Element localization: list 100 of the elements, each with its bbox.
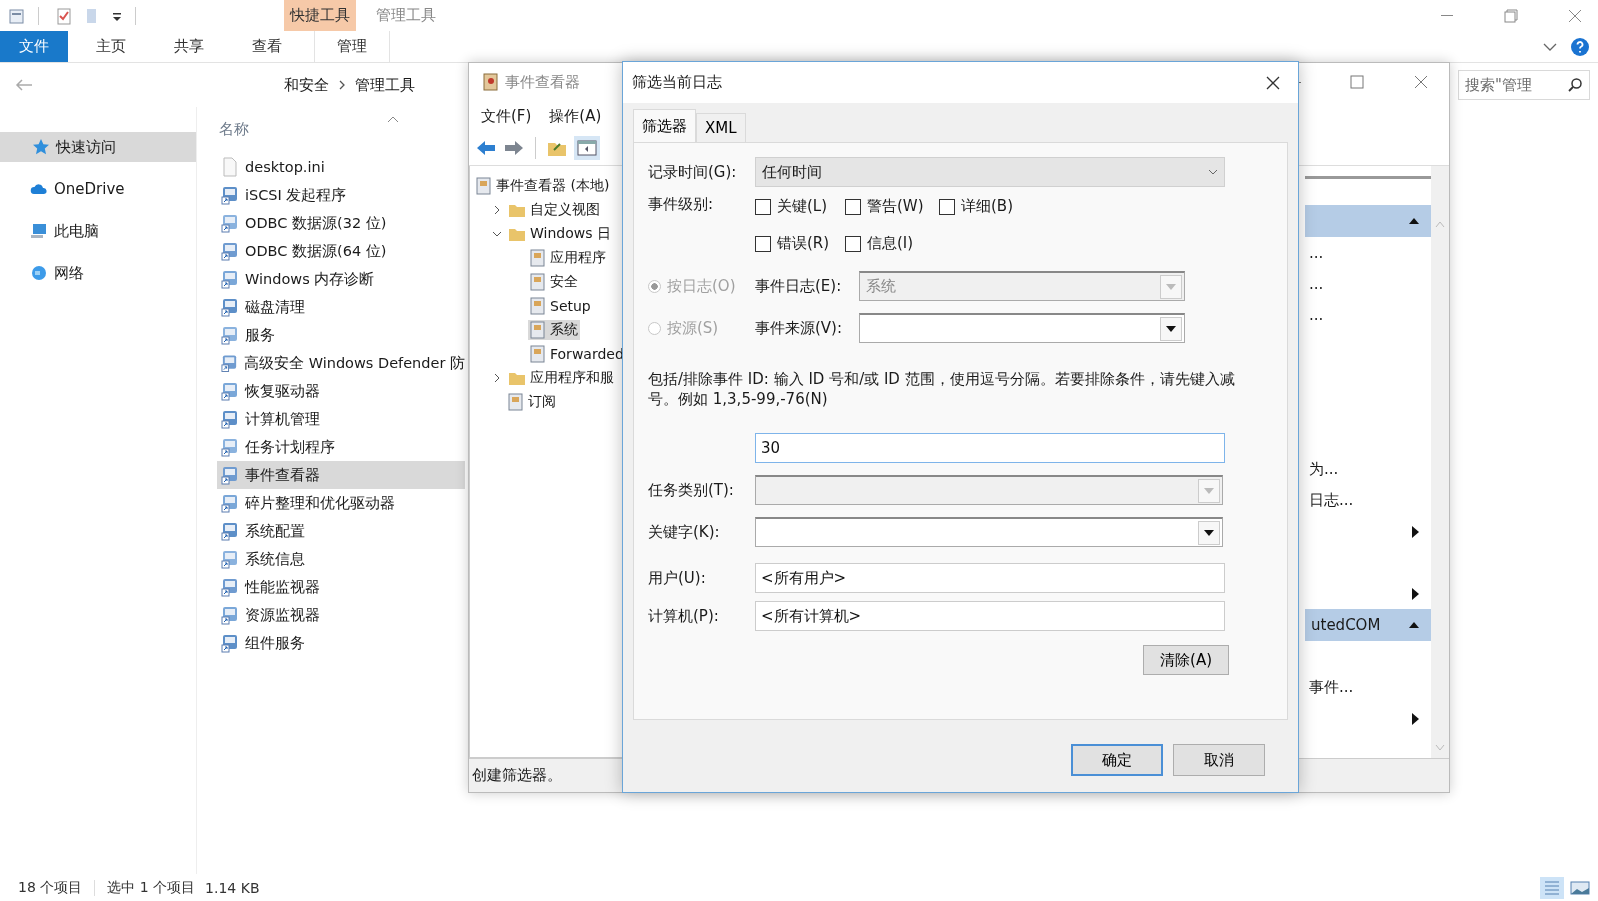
file-name: 资源监视器 [245,605,320,625]
tree-item[interactable]: 系统 [528,320,580,340]
tree-item[interactable]: Forwarded [528,344,626,364]
panel-icon[interactable] [574,136,600,160]
forward-arrow-icon[interactable] [503,138,525,158]
nav-item[interactable]: 网络 [0,258,196,288]
id-instructions: 包括/排除事件 ID: 输入 ID 号和/或 ID 范围，使用逗号分隔。若要排除条件，请先键入减号。例如 1,3,5-99,-76(N) [648,369,1236,409]
file-row[interactable]: 恢复驱动器 [217,377,465,405]
nav-item[interactable]: 此电脑 [0,216,196,246]
field-label: 事件级别: [648,195,715,214]
shortcut-icon [221,605,239,625]
file-row[interactable]: 组件服务 [217,629,465,657]
action-item[interactable]: 日志... [1305,485,1431,516]
file-row[interactable]: 资源监视器 [217,601,465,629]
menu-item[interactable]: 操作(A) [549,106,602,126]
checkbox[interactable] [755,235,771,252]
tree-item[interactable]: 订阅 [506,392,558,412]
ribbon-tab[interactable]: 管理 [314,31,390,62]
log-icon [476,177,492,195]
ribbon-tab[interactable]: 文件 [0,31,68,62]
file-row[interactable]: 事件查看器 [217,461,465,489]
action-item[interactable]: ... [1305,299,1431,330]
field-label: 任务类别(T): [648,480,735,500]
shortcut-icon [221,493,239,513]
dialog-title: 筛选当前日志 [632,73,722,92]
tree-item[interactable]: 应用程序 [528,248,608,268]
file-row[interactable]: 计算机管理 [217,405,465,433]
file-row[interactable]: 系统信息 [217,545,465,573]
file-row[interactable]: 磁盘清理 [217,293,465,321]
computer-field[interactable]: <所有计算机> [755,601,1225,631]
submenu-arrow-icon[interactable] [1412,712,1419,725]
expander-icon[interactable] [492,205,502,215]
breadcrumb-item[interactable]: 管理工具 [355,75,415,95]
file-name: iSCSI 发起程序 [245,185,347,205]
log-icon [530,249,546,267]
column-header[interactable]: 名称 [219,119,249,139]
checkbox[interactable] [845,235,861,252]
tree-item[interactable]: Windows 日 [506,224,613,244]
ribbon-tab[interactable]: 共享 [154,31,224,62]
dialog-tab[interactable]: 筛选器 [633,109,696,142]
file-name: 事件查看器 [245,465,320,485]
clear-button[interactable]: 清除(A) [1143,645,1229,675]
category-dropdown[interactable] [755,517,1223,547]
dialog-button[interactable]: 确定 [1071,744,1163,776]
log-icon [530,345,546,363]
file-row[interactable]: 碎片整理和优化驱动器 [217,489,465,517]
action-item[interactable]: 事件... [1305,672,1431,703]
file-row[interactable]: 服务 [217,321,465,349]
tree-item[interactable]: 安全 [528,272,580,292]
action-item[interactable]: 为... [1305,454,1431,485]
dialog-tab[interactable]: XML [696,113,746,142]
nav-item[interactable]: 快速访问 [0,132,196,162]
nav-item[interactable]: OneDrive [0,174,196,204]
dialog-button[interactable]: 取消 [1173,744,1265,776]
file-name: ODBC 数据源(64 位) [245,241,387,261]
tree-item[interactable]: 事件查看器 (本地) [474,176,612,196]
action-group-header[interactable]: utedCOM [1305,609,1431,641]
action-item[interactable]: ... [1305,268,1431,299]
time-dropdown[interactable]: 任何时间 [755,157,1225,187]
checkbox[interactable] [845,198,861,215]
file-row[interactable]: ODBC 数据源(64 位) [217,237,465,265]
tree-item[interactable]: 自定义视图 [506,200,602,220]
file-row[interactable]: iSCSI 发起程序 [217,181,465,209]
file-row[interactable]: ODBC 数据源(32 位) [217,209,465,237]
shortcut-icon [221,633,239,653]
file-row[interactable]: desktop.ini [217,153,465,181]
log-icon [483,73,499,91]
log-icon [508,393,524,411]
breadcrumb-item[interactable]: 和安全 [284,75,329,95]
help-icon[interactable] [1570,36,1590,57]
checkmark-icon[interactable] [55,6,73,25]
ribbon-tab[interactable]: 查看 [232,31,302,62]
tree-item[interactable]: Setup [528,296,593,316]
file-row[interactable]: Windows 内存诊断 [217,265,465,293]
expander-icon[interactable] [492,373,502,383]
checkbox[interactable] [939,198,955,215]
back-arrow-icon[interactable] [475,138,497,158]
shortcut-icon [221,577,239,597]
field-label: 事件日志(E): [755,276,843,296]
menu-item[interactable]: 文件(F) [481,106,532,126]
file-row[interactable]: 高级安全 Windows Defender 防 [217,349,465,377]
file-row[interactable]: 系统配置 [217,517,465,545]
submenu-arrow-icon[interactable] [1412,525,1419,538]
checkbox-label: 关键(L) [777,197,828,216]
tree-item[interactable]: 应用程序和服 [506,368,616,388]
file-row[interactable]: 性能监视器 [217,573,465,601]
search-field[interactable]: 搜索"管理 [1458,70,1590,100]
shortcut-icon [221,297,239,317]
file-name: 性能监视器 [245,577,320,597]
expander-icon[interactable] [492,229,502,239]
details-view-icon[interactable] [1540,876,1564,899]
file-row[interactable]: 任务计划程序 [217,433,465,461]
ribbon-tab[interactable]: 主页 [76,31,146,62]
action-item[interactable]: ... [1305,237,1431,268]
properties-icon[interactable] [8,6,26,25]
user-field[interactable]: <所有用户> [755,563,1225,593]
checkbox[interactable] [755,198,771,215]
submenu-arrow-icon[interactable] [1412,587,1419,600]
back-arrow-icon[interactable] [14,77,34,93]
event-id-field[interactable]: 30 [755,433,1225,463]
